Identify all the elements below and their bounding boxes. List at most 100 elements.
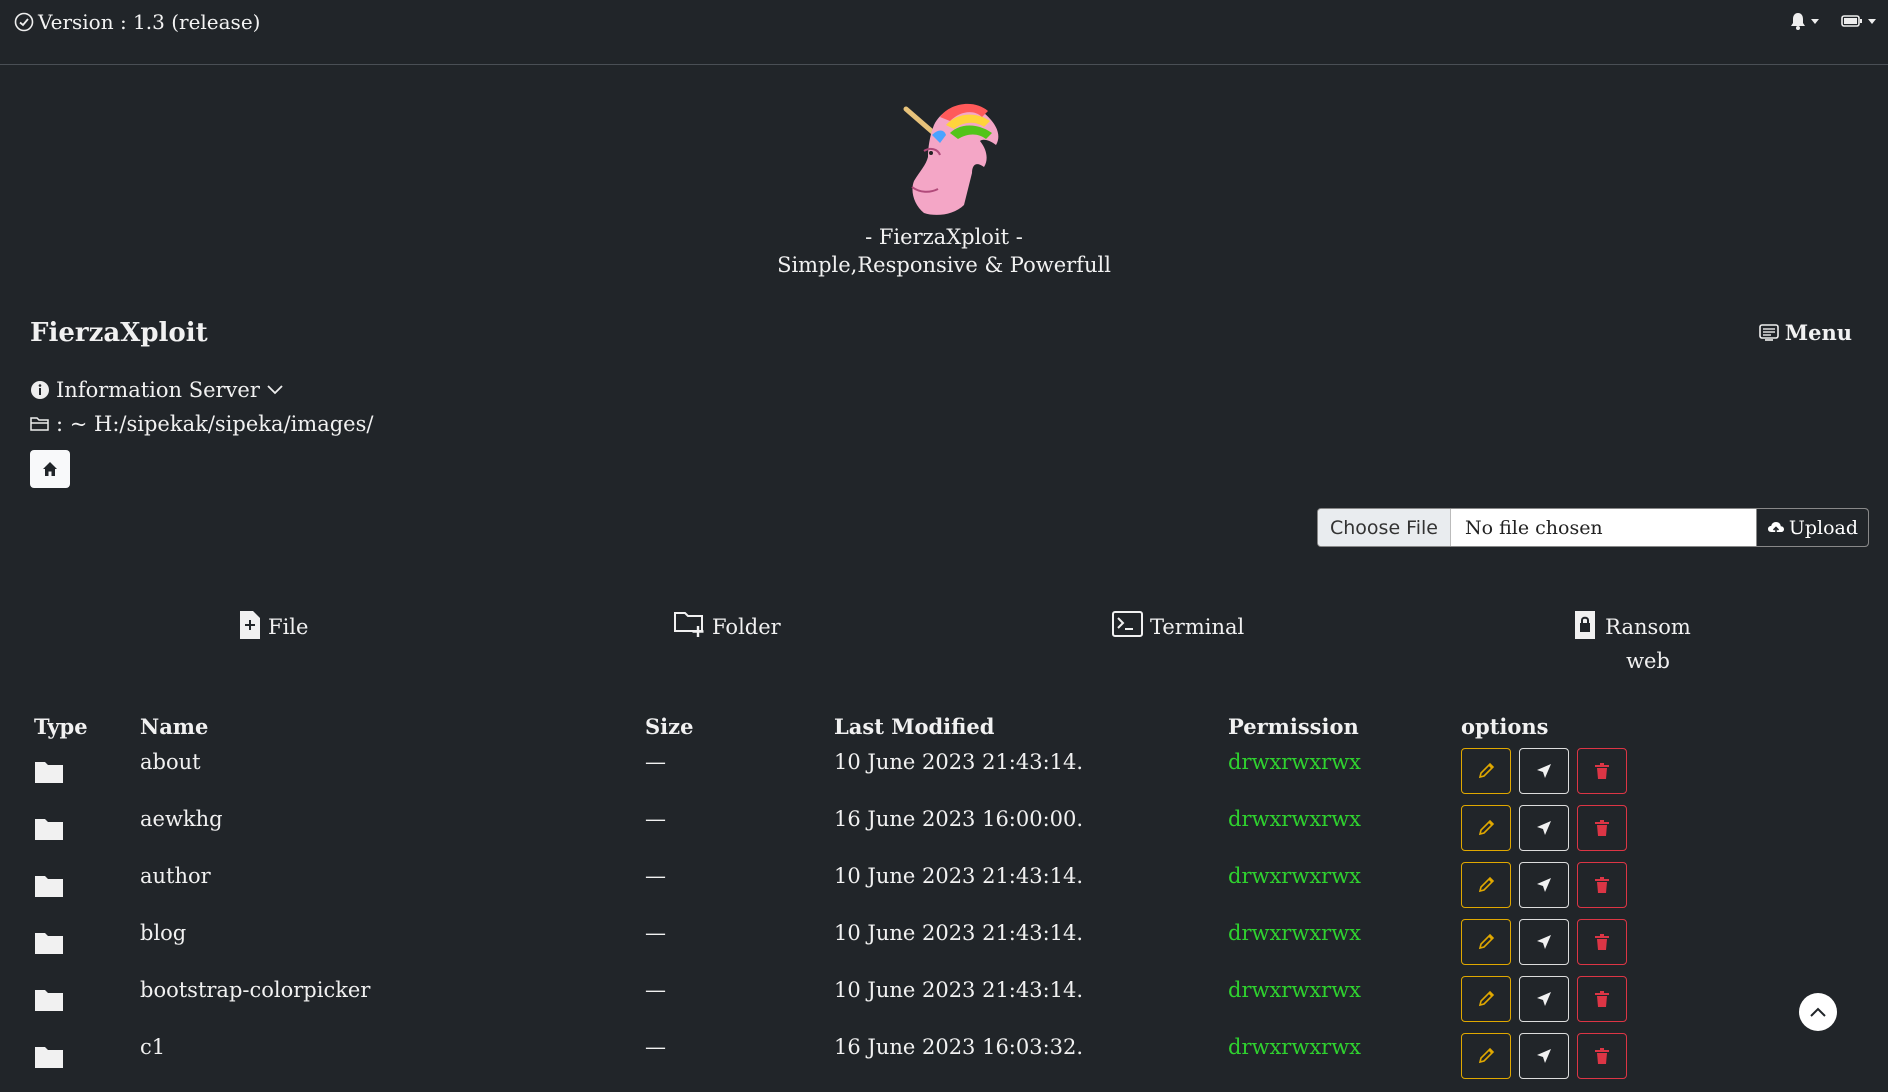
folder-plus-icon bbox=[674, 612, 704, 637]
hero-section: - FierzaXploit - Simple,Responsive & Pow… bbox=[0, 95, 1888, 277]
table-row: bootstrap-colorpicker — 10 June 2023 21:… bbox=[34, 976, 1634, 1035]
file-permission[interactable]: drwxrwxrwx bbox=[1228, 750, 1361, 774]
pencil-icon bbox=[1478, 876, 1495, 893]
back-to-top-button[interactable] bbox=[1799, 993, 1837, 1031]
file-size: — bbox=[645, 1035, 666, 1059]
rename-button[interactable] bbox=[1461, 862, 1511, 908]
file-name-link[interactable]: bootstrap-colorpicker bbox=[140, 978, 370, 1002]
chevron-up-icon bbox=[1810, 1007, 1826, 1017]
file-modified: 10 June 2023 21:43:14. bbox=[834, 864, 1084, 888]
header-permission: Permission bbox=[1228, 714, 1359, 739]
file-name-link[interactable]: c1 bbox=[140, 1035, 165, 1059]
move-button[interactable] bbox=[1519, 919, 1569, 965]
version-text: Version : 1.3 (release) bbox=[38, 10, 261, 34]
rename-button[interactable] bbox=[1461, 1033, 1511, 1079]
folder-icon bbox=[35, 990, 63, 1011]
ransom-web-button[interactable]: Ransom web bbox=[1573, 610, 1693, 678]
folder-open-icon bbox=[30, 417, 49, 431]
choose-file-button[interactable]: Choose File bbox=[1318, 509, 1451, 546]
delete-button[interactable] bbox=[1577, 862, 1627, 908]
file-plus-icon bbox=[240, 611, 260, 639]
file-name-link[interactable]: about bbox=[140, 750, 201, 774]
table-header: Type Name Size Last Modified Permission … bbox=[34, 714, 1634, 750]
trash-icon bbox=[1595, 820, 1609, 836]
info-icon bbox=[31, 381, 49, 399]
rename-button[interactable] bbox=[1461, 748, 1511, 794]
top-navbar: Version : 1.3 (release) bbox=[0, 0, 1888, 65]
folder-icon bbox=[35, 1047, 63, 1068]
send-icon bbox=[1537, 764, 1551, 778]
trash-icon bbox=[1595, 763, 1609, 779]
folder-icon bbox=[35, 933, 63, 954]
move-button[interactable] bbox=[1519, 976, 1569, 1022]
rename-button[interactable] bbox=[1461, 919, 1511, 965]
upload-form: Choose File No file chosen Upload bbox=[1317, 508, 1869, 547]
battery-icon bbox=[1841, 15, 1862, 27]
trash-icon bbox=[1595, 1048, 1609, 1064]
menu-label: Menu bbox=[1784, 320, 1852, 345]
terminal-button[interactable]: Terminal bbox=[1112, 610, 1244, 644]
upload-button[interactable]: Upload bbox=[1755, 509, 1868, 546]
cloud-upload-icon bbox=[1767, 521, 1784, 534]
file-permission[interactable]: drwxrwxrwx bbox=[1228, 864, 1361, 888]
unicorn-logo bbox=[903, 103, 999, 215]
pencil-icon bbox=[1478, 990, 1495, 1007]
upload-label: Upload bbox=[1788, 516, 1858, 539]
file-permission[interactable]: drwxrwxrwx bbox=[1228, 921, 1361, 945]
header-last-modified: Last Modified bbox=[834, 714, 995, 739]
table-row: blog — 10 June 2023 21:43:14. drwxrwxrwx bbox=[34, 919, 1634, 978]
terminal-icon bbox=[1112, 611, 1143, 637]
move-button[interactable] bbox=[1519, 862, 1569, 908]
move-button[interactable] bbox=[1519, 748, 1569, 794]
file-modified: 10 June 2023 21:43:14. bbox=[834, 750, 1084, 774]
file-name-display: No file chosen bbox=[1464, 516, 1603, 539]
delete-button[interactable] bbox=[1577, 805, 1627, 851]
information-server-toggle[interactable]: Information Server bbox=[30, 378, 284, 402]
move-button[interactable] bbox=[1519, 805, 1569, 851]
new-folder-label: Folder bbox=[712, 615, 781, 639]
hero-title: - FierzaXploit - bbox=[865, 225, 1023, 249]
file-modified: 10 June 2023 21:43:14. bbox=[834, 978, 1084, 1002]
file-permission[interactable]: drwxrwxrwx bbox=[1228, 807, 1361, 831]
brand-title: FierzaXploit bbox=[30, 318, 208, 348]
file-modified: 10 June 2023 21:43:14. bbox=[834, 921, 1084, 945]
delete-button[interactable] bbox=[1577, 748, 1627, 794]
new-folder-button[interactable]: Folder bbox=[674, 610, 781, 644]
check-circle-icon bbox=[14, 12, 34, 32]
file-size: — bbox=[645, 921, 666, 945]
notifications-dropdown[interactable] bbox=[1790, 12, 1819, 30]
send-icon bbox=[1537, 1049, 1551, 1063]
folder-icon bbox=[35, 762, 63, 783]
file-name-link[interactable]: author bbox=[140, 864, 211, 888]
folder-icon bbox=[35, 819, 63, 840]
terminal-label: Terminal bbox=[1150, 615, 1245, 639]
header-type: Type bbox=[34, 714, 88, 739]
table-row: author — 10 June 2023 21:43:14. drwxrwxr… bbox=[34, 862, 1634, 921]
file-name-link[interactable]: blog bbox=[140, 921, 186, 945]
battery-dropdown[interactable] bbox=[1841, 15, 1876, 27]
new-file-button[interactable]: File bbox=[238, 610, 308, 644]
delete-button[interactable] bbox=[1577, 1033, 1627, 1079]
delete-button[interactable] bbox=[1577, 919, 1627, 965]
chevron-down-icon bbox=[267, 385, 283, 395]
pencil-icon bbox=[1478, 819, 1495, 836]
file-permission[interactable]: drwxrwxrwx bbox=[1228, 1035, 1361, 1059]
file-permission[interactable]: drwxrwxrwx bbox=[1228, 978, 1361, 1002]
menu-button[interactable]: Menu bbox=[1759, 320, 1852, 345]
delete-button[interactable] bbox=[1577, 976, 1627, 1022]
home-button[interactable] bbox=[30, 450, 70, 488]
trash-icon bbox=[1595, 934, 1609, 950]
file-size: — bbox=[645, 807, 666, 831]
file-name-link[interactable]: aewkhg bbox=[140, 807, 223, 831]
folder-icon bbox=[35, 876, 63, 897]
send-icon bbox=[1537, 992, 1551, 1006]
rename-button[interactable] bbox=[1461, 976, 1511, 1022]
rename-button[interactable] bbox=[1461, 805, 1511, 851]
version-info: Version : 1.3 (release) bbox=[14, 10, 260, 34]
information-server-label: Information Server bbox=[56, 378, 260, 402]
trash-icon bbox=[1595, 877, 1609, 893]
file-modified: 16 June 2023 16:00:00. bbox=[834, 807, 1084, 831]
file-size: — bbox=[645, 864, 666, 888]
move-button[interactable] bbox=[1519, 1033, 1569, 1079]
table-row: about — 10 June 2023 21:43:14. drwxrwxrw… bbox=[34, 748, 1634, 807]
